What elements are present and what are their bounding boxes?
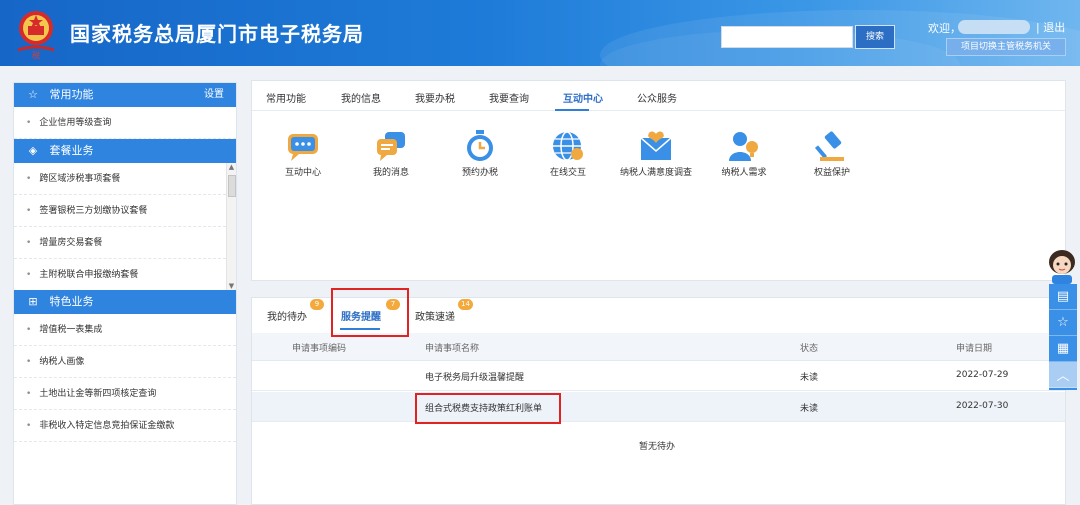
function-rights-protection[interactable]: 权益保护: [792, 129, 872, 179]
row-name[interactable]: 电子税务局升级温馨提醒: [425, 370, 524, 383]
function-panel: 常用功能 我的信息 我要办税 我要查询 互动中心 公众服务 互动中心 我的消息: [251, 80, 1066, 281]
tab-handle-tax[interactable]: 我要办税: [415, 90, 455, 105]
sidebar-item[interactable]: • 增值税一表集成: [14, 314, 236, 346]
highlight-box: [331, 288, 409, 337]
calculator-icon[interactable]: ▦: [1049, 336, 1077, 362]
table-row[interactable]: 电子税务局升级温馨提醒 未读 2022-07-29: [252, 361, 1065, 391]
tab-my-todo[interactable]: 我的待办: [267, 308, 307, 323]
scroll-thumb[interactable]: [228, 175, 236, 197]
function-satisfaction-survey[interactable]: 纳税人满意度调查: [616, 129, 696, 179]
switch-agency-button[interactable]: 项目切换主管税务机关: [946, 38, 1066, 56]
special-business-title: 特色业务: [49, 295, 94, 308]
empty-message: 暂无待办: [639, 442, 676, 452]
package-business-header[interactable]: ◈ 套餐业务: [14, 139, 236, 163]
package-list: • 跨区域涉税事项套餐 • 签署银税三方划缴协议套餐 • 增量房交易套餐 • 主附税联合…: [14, 163, 236, 290]
col-name: 申请事项名称: [425, 344, 480, 354]
sidebar: ☆ 常用功能 设置 • 企业信用等级查询 ◈ 套餐业务 • 跨区域涉税事项套餐 • 签…: [13, 82, 237, 505]
function-appointment[interactable]: 预约办税: [440, 129, 520, 179]
active-tab-indicator: [555, 109, 589, 111]
tab-interaction-center[interactable]: 互动中心: [563, 90, 603, 105]
sidebar-item[interactable]: • 主附税联合申报缴纳套餐: [14, 259, 236, 290]
tab-query[interactable]: 我要查询: [489, 90, 529, 105]
function-interaction-center[interactable]: 互动中心: [263, 129, 343, 179]
tab-common[interactable]: 常用功能: [266, 90, 306, 105]
function-my-messages[interactable]: 我的消息: [351, 129, 431, 179]
svg-text:税: 税: [32, 50, 40, 60]
table-row[interactable]: 组合式税费支持政策红利账单 未读 2022-07-30: [252, 392, 1065, 422]
tab-my-info[interactable]: 我的信息: [341, 90, 381, 105]
globe-icon: [553, 131, 583, 161]
todo-panel: 我的待办 9 服务提醒 7 政策速递 14 申请事项编码 申请事项名称 状态 申…: [251, 288, 1066, 505]
col-code: 申请事项编码: [292, 344, 347, 354]
gavel-icon: [814, 131, 844, 161]
logout-link[interactable]: | 退出: [1036, 19, 1065, 35]
star-icon: ☆: [28, 88, 38, 101]
function-taxpayer-needs[interactable]: 纳税人需求: [704, 129, 784, 179]
todo-count-badge: 9: [310, 299, 324, 310]
favorite-star-icon[interactable]: ☆: [1049, 310, 1077, 336]
row-status: 未读: [800, 373, 819, 383]
row-date: 2022-07-30: [956, 401, 1009, 411]
sidebar-item[interactable]: • 企业信用等级查询: [14, 107, 236, 139]
grid-icon: ⊞: [28, 295, 38, 308]
special-business-header[interactable]: ⊞ 特色业务: [14, 290, 236, 314]
sidebar-item[interactable]: • 签署银税三方划缴协议套餐: [14, 195, 236, 227]
settings-link[interactable]: 设置: [204, 83, 224, 107]
package-scrollbar[interactable]: ▲ ▼: [226, 163, 236, 290]
envelope-heart-icon: [640, 131, 672, 160]
user-bulb-icon: [729, 132, 758, 161]
search-input[interactable]: [721, 26, 853, 48]
sidebar-item[interactable]: • 增量房交易套餐: [14, 227, 236, 259]
table-header: 申请事项编码 申请事项名称 状态 申请日期: [252, 333, 1065, 361]
username-redacted: [958, 20, 1030, 34]
welcome-text: 欢迎，: [928, 22, 961, 35]
highlight-box: [415, 393, 561, 424]
sidebar-item[interactable]: • 跨区域涉税事项套餐: [14, 163, 236, 195]
national-emblem-icon: 税: [17, 11, 55, 60]
sidebar-item[interactable]: • 土地出让金等新四项核定查询: [14, 378, 236, 410]
layers-icon: ◈: [28, 144, 38, 157]
sidebar-item[interactable]: • 纳税人画像: [14, 346, 236, 378]
floating-toolbar: ▤ ☆ ▦ ︿: [1049, 284, 1077, 390]
sidebar-item[interactable]: • 非税收入特定信息竞拍保证金缴款: [14, 410, 236, 442]
row-date: 2022-07-29: [956, 370, 1009, 380]
back-to-top-icon[interactable]: ︿: [1049, 362, 1077, 388]
row-status: 未读: [800, 404, 819, 414]
tab-policy-express[interactable]: 政策速递: [415, 308, 455, 323]
tab-public-service[interactable]: 公众服务: [637, 90, 677, 105]
scroll-up-icon[interactable]: ▲: [227, 163, 236, 171]
main-tabs: 常用功能 我的信息 我要办税 我要查询 互动中心 公众服务: [252, 81, 1065, 111]
site-header: 税 国家税务总局厦门市电子税务局 搜索 欢迎， | 退出 项目切换主管税务机关: [0, 0, 1080, 66]
package-business-title: 套餐业务: [49, 144, 94, 157]
stopwatch-icon: [467, 130, 493, 161]
site-title: 国家税务总局厦门市电子税务局: [70, 22, 364, 46]
function-online-interaction[interactable]: 在线交互: [528, 129, 608, 179]
assistant-avatar-icon[interactable]: [1046, 248, 1078, 284]
chat-bubble-icon: [288, 134, 318, 161]
common-functions-title: 常用功能: [49, 88, 94, 101]
search-button[interactable]: 搜索: [855, 25, 895, 49]
col-date: 申请日期: [956, 344, 993, 354]
scroll-down-icon[interactable]: ▼: [227, 282, 236, 290]
document-icon[interactable]: ▤: [1049, 284, 1077, 310]
col-status: 状态: [800, 344, 819, 354]
message-icon: [377, 132, 405, 161]
common-functions-header[interactable]: ☆ 常用功能 设置: [14, 83, 236, 107]
policy-count-badge: 14: [458, 299, 473, 310]
